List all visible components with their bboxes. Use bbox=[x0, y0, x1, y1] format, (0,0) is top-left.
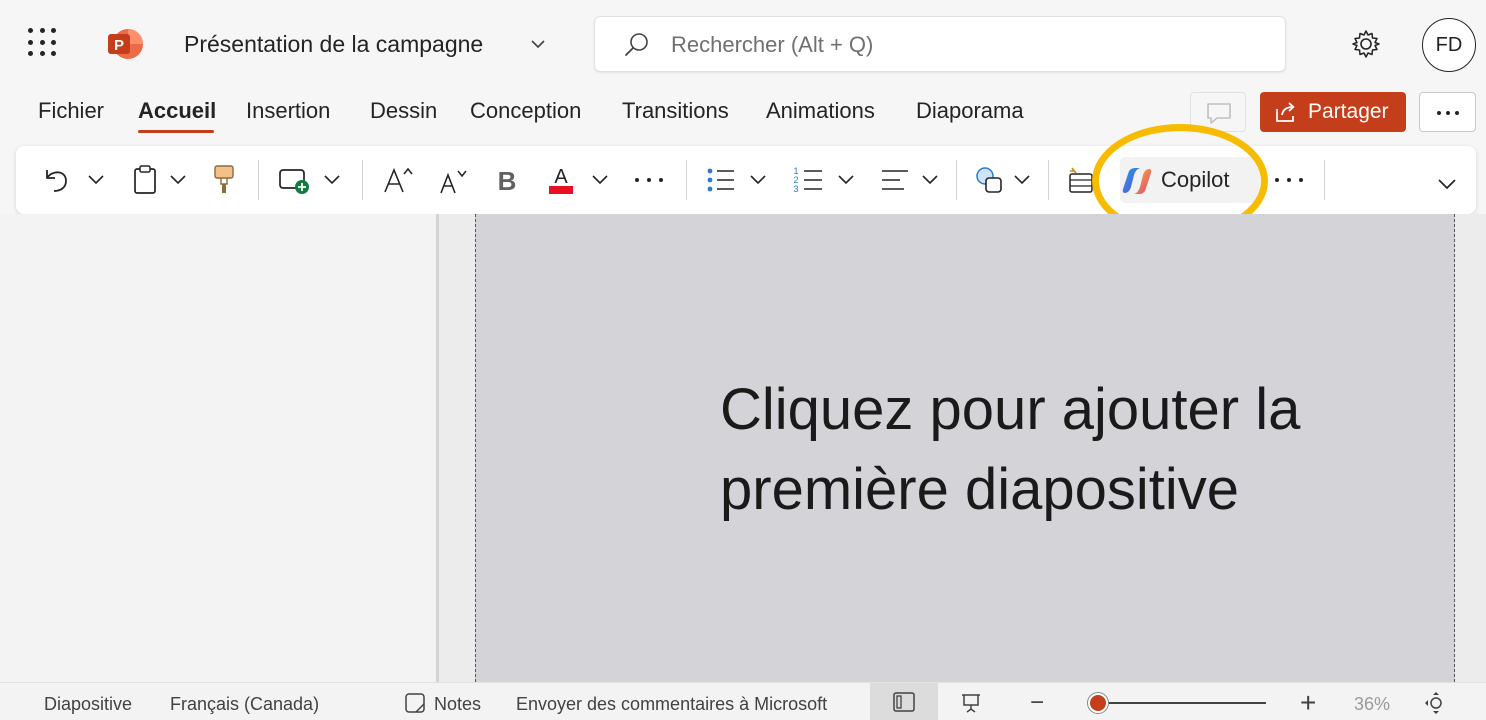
search-icon bbox=[625, 33, 648, 56]
zoom-percentage[interactable]: 36% bbox=[1354, 694, 1390, 715]
expand-ribbon-icon[interactable] bbox=[1436, 176, 1458, 192]
format-painter-icon[interactable] bbox=[212, 164, 236, 196]
avatar[interactable]: FD bbox=[1422, 18, 1476, 72]
svg-text:P: P bbox=[114, 37, 124, 54]
separator bbox=[258, 160, 259, 200]
decrease-font-size-icon[interactable] bbox=[438, 166, 470, 196]
notes-button[interactable]: Notes bbox=[434, 694, 481, 715]
align-icon[interactable] bbox=[880, 166, 910, 194]
undo-dropdown-icon[interactable] bbox=[86, 172, 106, 188]
slide-indicator: Diapositive bbox=[44, 694, 133, 714]
share-button[interactable]: Partager bbox=[1260, 92, 1406, 132]
chevron-down-icon[interactable] bbox=[528, 34, 548, 54]
powerpoint-window: P Présentation de la campagne Rechercher… bbox=[0, 0, 1486, 720]
tab-conception[interactable]: Conception bbox=[470, 98, 581, 124]
zoom-out-button[interactable]: − bbox=[1030, 689, 1044, 717]
bold-icon[interactable]: B bbox=[496, 166, 518, 194]
font-color-dropdown-icon[interactable] bbox=[590, 172, 610, 188]
slideshow-view-icon[interactable] bbox=[960, 692, 982, 714]
tab-insertion[interactable]: Insertion bbox=[246, 98, 330, 124]
bullets-dropdown-icon[interactable] bbox=[748, 172, 768, 188]
normal-view-button[interactable] bbox=[870, 683, 938, 720]
separator bbox=[362, 160, 363, 200]
separator bbox=[686, 160, 687, 200]
powerpoint-logo: P bbox=[108, 29, 143, 59]
search-placeholder: Rechercher (Alt + Q) bbox=[671, 32, 874, 57]
increase-font-size-icon[interactable] bbox=[382, 164, 416, 196]
gear-icon[interactable] bbox=[1350, 28, 1382, 60]
svg-text:3: 3 bbox=[793, 184, 798, 194]
active-tab-indicator bbox=[138, 130, 214, 133]
font-color-icon[interactable]: A bbox=[546, 162, 576, 196]
language-indicator[interactable]: Français (Canada) bbox=[170, 694, 319, 715]
zoom-slider-track[interactable] bbox=[1100, 702, 1266, 704]
svg-text:A: A bbox=[554, 166, 568, 188]
more-options-button[interactable] bbox=[1419, 92, 1476, 132]
slide-placeholder-line-1: Cliquez pour ajouter la bbox=[720, 377, 1301, 442]
notes-icon[interactable] bbox=[404, 692, 428, 714]
title-bar: P Présentation de la campagne Rechercher… bbox=[0, 0, 1486, 88]
tab-fichier[interactable]: Fichier bbox=[38, 98, 104, 124]
share-label: Partager bbox=[1308, 100, 1389, 123]
separator bbox=[1048, 160, 1049, 200]
normal-view-icon bbox=[893, 692, 915, 712]
tab-dessin[interactable]: Dessin bbox=[370, 98, 437, 124]
more-font-options-icon[interactable] bbox=[632, 174, 666, 186]
tab-diaporama[interactable]: Diaporama bbox=[916, 98, 1024, 124]
tab-accueil[interactable]: Accueil bbox=[138, 98, 216, 124]
clipboard-icon[interactable] bbox=[132, 164, 158, 196]
more-options-icon bbox=[1437, 111, 1459, 115]
status-bar: Diapositive Français (Canada) Notes Envo… bbox=[0, 682, 1486, 720]
undo-icon[interactable] bbox=[42, 164, 72, 196]
svg-text:B: B bbox=[498, 166, 517, 194]
tab-transitions[interactable]: Transitions bbox=[622, 98, 729, 124]
slide-thumbnails-pane[interactable] bbox=[0, 214, 436, 682]
numbering-dropdown-icon[interactable] bbox=[836, 172, 856, 188]
share-icon bbox=[1276, 102, 1295, 122]
bullets-icon[interactable] bbox=[706, 166, 736, 194]
separator bbox=[1324, 160, 1325, 200]
fit-to-window-icon[interactable] bbox=[1424, 691, 1448, 715]
tab-animations[interactable]: Animations bbox=[766, 98, 875, 124]
zoom-in-button[interactable]: + bbox=[1300, 687, 1316, 719]
document-title[interactable]: Présentation de la campagne bbox=[184, 31, 483, 58]
new-slide-dropdown-icon[interactable] bbox=[322, 172, 342, 188]
shapes-dropdown-icon[interactable] bbox=[1012, 172, 1032, 188]
zoom-slider-thumb[interactable] bbox=[1088, 693, 1108, 713]
search-box[interactable]: Rechercher (Alt + Q) bbox=[594, 16, 1286, 72]
slide-placeholder[interactable]: Cliquez pour ajouter la première diaposi… bbox=[720, 370, 1360, 530]
shapes-icon[interactable] bbox=[974, 164, 1006, 196]
app-launcher-icon[interactable] bbox=[28, 28, 58, 58]
align-dropdown-icon[interactable] bbox=[920, 172, 940, 188]
new-slide-icon[interactable] bbox=[278, 166, 312, 196]
feedback-link[interactable]: Envoyer des commentaires à Microsoft bbox=[516, 694, 827, 715]
more-ribbon-options-icon[interactable] bbox=[1272, 174, 1306, 186]
slide-placeholder-line-2: première diapositive bbox=[720, 457, 1240, 522]
numbering-icon[interactable]: 1 2 3 bbox=[792, 164, 824, 196]
separator bbox=[956, 160, 957, 200]
paste-dropdown-icon[interactable] bbox=[168, 172, 188, 188]
